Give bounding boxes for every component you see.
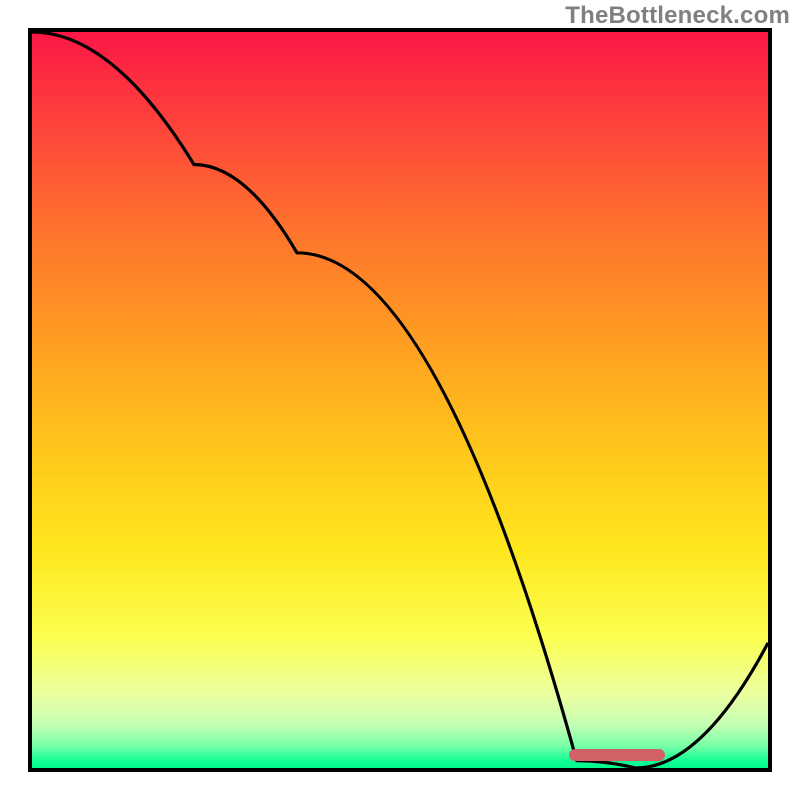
bottleneck-curve xyxy=(32,32,768,768)
bottleneck-chart: TheBottleneck.com xyxy=(0,0,800,800)
attribution-label: TheBottleneck.com xyxy=(565,2,790,30)
plot-area xyxy=(28,28,772,772)
optimum-marker xyxy=(569,749,665,761)
curve-path xyxy=(32,32,768,768)
